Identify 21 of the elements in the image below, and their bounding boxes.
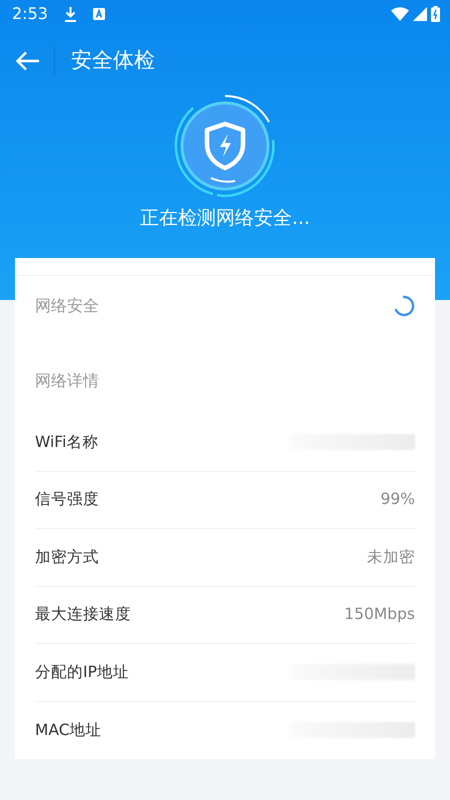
row-label: MAC地址 [35,720,102,741]
row-value: 未加密 [367,546,415,568]
row-value: 99% [380,489,415,510]
wifi-icon [391,7,409,21]
row-label: 信号强度 [35,489,99,510]
row-label: 加密方式 [35,546,99,568]
status-time: 2:53 [12,3,48,25]
battery-icon [431,6,440,22]
row-label: WiFi名称 [35,432,98,453]
row-label: 最大连接速度 [35,604,131,626]
page-title: 安全体检 [71,47,155,74]
download-icon [64,6,77,22]
shield-scan-icon [173,94,277,198]
scan-status-text: 正在检测网络安全... [138,206,312,231]
check-label: 网络安全 [35,294,99,316]
section-heading: 网络详情 [35,370,99,392]
row-value: 150Mbps [344,604,415,626]
app-notification-icon [92,8,105,20]
row-label: 分配的IP地址 [35,662,129,683]
back-arrow-icon[interactable] [16,51,40,71]
signal-icon [413,7,427,21]
